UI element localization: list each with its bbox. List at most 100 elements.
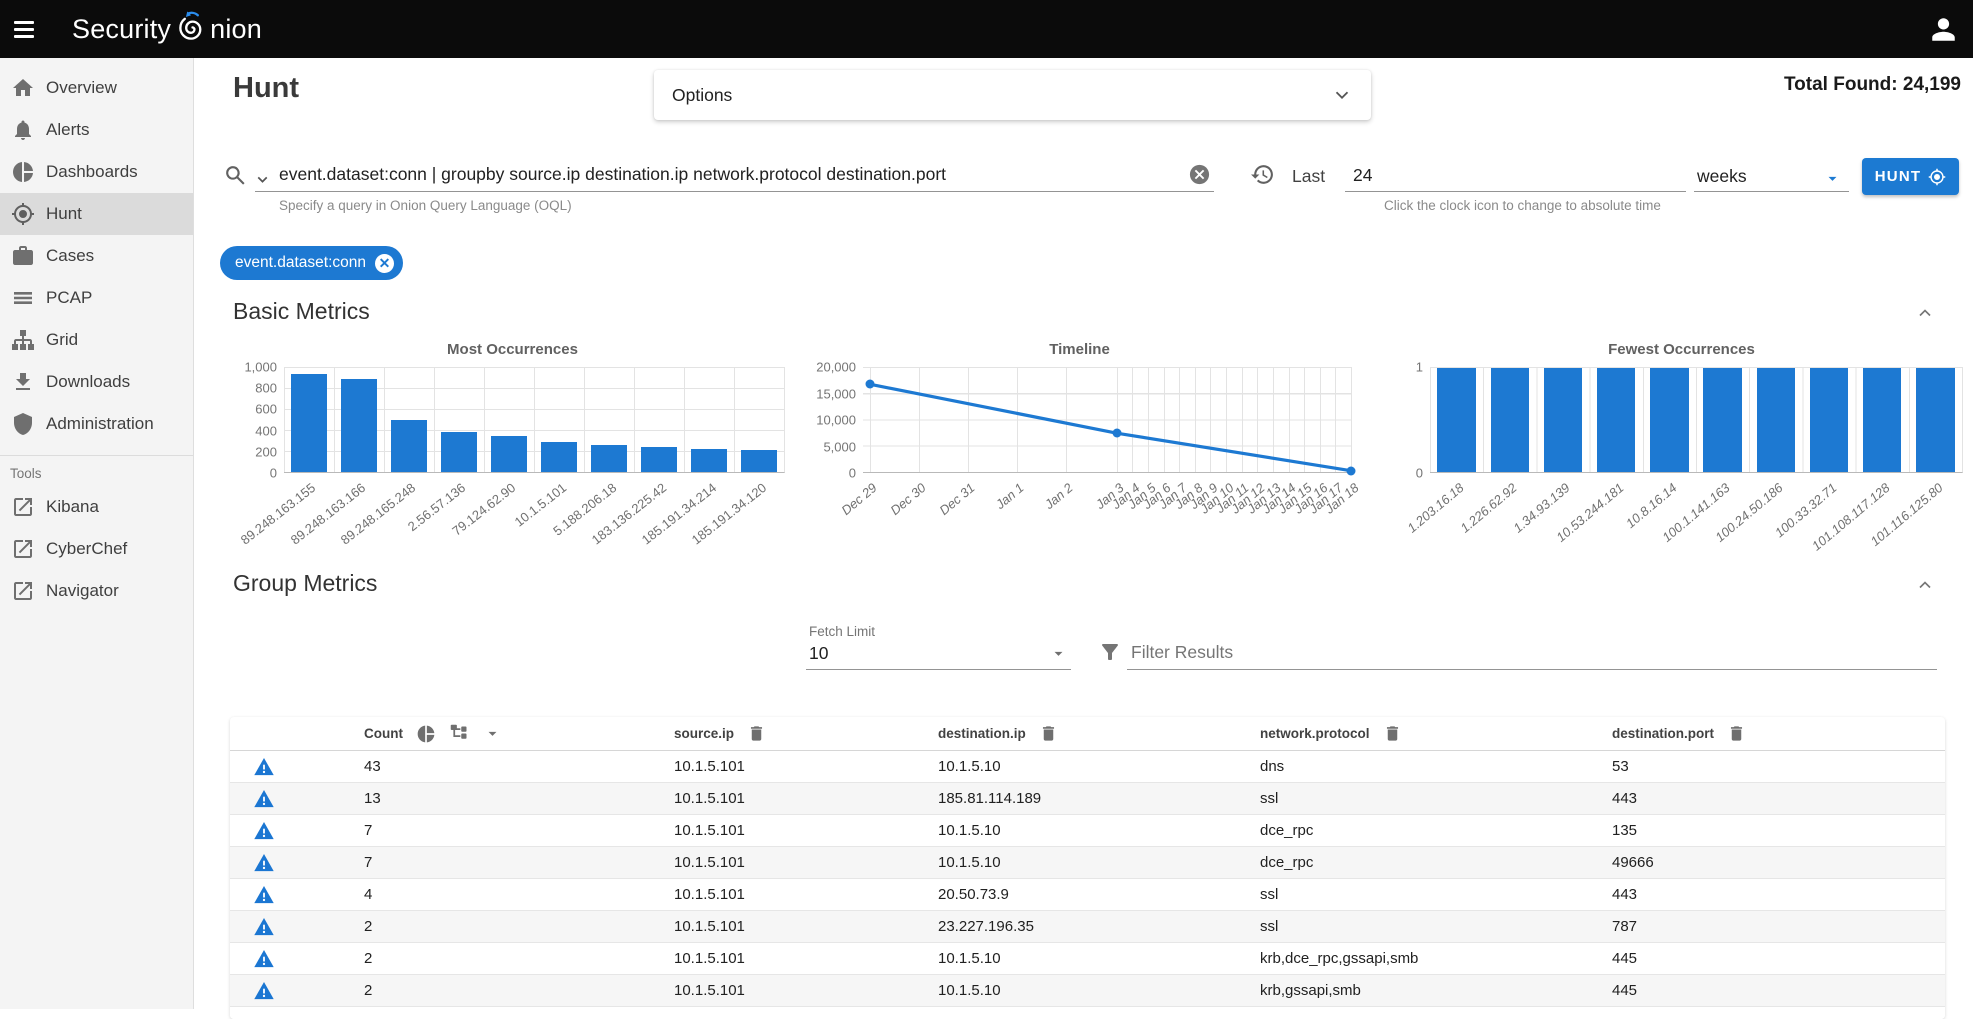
sidebar-item-kibana[interactable]: Kibana (0, 486, 193, 528)
user-account-icon[interactable] (1930, 16, 1957, 43)
trash-icon[interactable] (747, 724, 766, 743)
bar[interactable] (341, 379, 377, 472)
pie-chart-toggle-icon[interactable] (416, 724, 436, 744)
cell-count: 13 (364, 790, 674, 807)
bar[interactable] (441, 432, 477, 472)
bar-slot (1802, 368, 1855, 472)
bar[interactable] (641, 447, 677, 472)
table-row[interactable]: 1310.1.5.101185.81.114.189ssl443 (230, 782, 1945, 814)
warning-triangle-icon[interactable] (230, 884, 364, 906)
security-onion-hunt-page: { "colors":{"accent":"#1d79d2","topbar":… (0, 0, 1973, 1009)
time-value-input[interactable] (1353, 165, 1673, 186)
bar-slot (434, 367, 484, 472)
bar[interactable] (1437, 368, 1475, 472)
bar[interactable] (1810, 368, 1848, 472)
sidebar-item-navigator[interactable]: Navigator (0, 570, 193, 612)
fetch-limit-select[interactable]: 10 (809, 643, 828, 664)
sidebar-item-alerts[interactable]: Alerts (0, 109, 193, 151)
history-clock-icon[interactable] (1250, 162, 1275, 187)
collapse-group-metrics-icon[interactable] (1915, 575, 1935, 595)
bar[interactable] (1703, 368, 1741, 472)
sidebar-item-administration[interactable]: Administration (0, 403, 193, 445)
x-axis-label: Dec 29 (839, 480, 880, 518)
column-header-destination-ip[interactable]: destination.ip (938, 724, 1260, 743)
cell-source-ip: 10.1.5.101 (674, 758, 938, 775)
data-point[interactable] (1112, 429, 1121, 438)
table-row[interactable]: 410.1.5.10120.50.73.9ssl443 (230, 878, 1945, 910)
bar[interactable] (541, 442, 577, 472)
collapse-basic-metrics-icon[interactable] (1915, 303, 1935, 323)
brand-suffix: nion (210, 14, 262, 45)
x-axis-label: Dec 30 (888, 480, 929, 518)
warning-triangle-icon[interactable] (230, 948, 364, 970)
sidebar-item-grid[interactable]: Grid (0, 319, 193, 361)
sidebar-item-dashboards[interactable]: Dashboards (0, 151, 193, 193)
sidebar-item-cases[interactable]: Cases (0, 235, 193, 277)
sidebar-item-pcap[interactable]: PCAP (0, 277, 193, 319)
column-header-destination-port[interactable]: destination.port (1612, 724, 1945, 743)
time-unit-select[interactable]: weeks (1697, 166, 1747, 187)
warning-triangle-icon[interactable] (230, 756, 364, 778)
filter-chip[interactable]: event.dataset:conn ✕ (220, 246, 403, 280)
y-axis-tick-label: 5,000 (823, 439, 856, 454)
bar[interactable] (491, 436, 527, 472)
warning-triangle-icon[interactable] (230, 788, 364, 810)
sidebar-item-downloads[interactable]: Downloads (0, 361, 193, 403)
bar-slot (584, 367, 634, 472)
query-expand-icon[interactable] (254, 171, 271, 188)
column-header-network-protocol[interactable]: network.protocol (1260, 724, 1612, 743)
y-axis-tick-label: 0 (270, 466, 277, 481)
column-header-source-ip[interactable]: source.ip (674, 724, 938, 743)
warning-triangle-icon[interactable] (230, 820, 364, 842)
query-input[interactable] (279, 164, 1174, 185)
table-row[interactable]: 210.1.5.10110.1.5.10krb,dce_rpc,gssapi,s… (230, 942, 1945, 974)
table-row[interactable]: 210.1.5.10123.227.196.35ssl787 (230, 910, 1945, 942)
cell-source-ip: 10.1.5.101 (674, 982, 938, 999)
warning-triangle-icon[interactable] (230, 852, 364, 874)
y-axis-tick-label: 0 (849, 466, 856, 481)
bar[interactable] (691, 449, 727, 472)
bar[interactable] (1916, 368, 1954, 472)
bar[interactable] (1650, 368, 1688, 472)
caret-down-icon[interactable] (483, 724, 502, 743)
filter-results-input[interactable] (1131, 642, 1921, 663)
hunt-button[interactable]: HUNT (1862, 158, 1959, 195)
bar[interactable] (741, 450, 777, 472)
cell-destination-port: 49666 (1612, 854, 1945, 871)
fetch-limit-caret-icon[interactable] (1049, 644, 1068, 663)
bar[interactable] (1597, 368, 1635, 472)
column-header-count[interactable]: Count (364, 723, 674, 744)
time-unit-caret-icon[interactable] (1823, 169, 1842, 188)
trash-icon[interactable] (1727, 724, 1746, 743)
chart-title: Fewest Occurrences (1400, 341, 1963, 358)
warning-triangle-icon[interactable] (230, 916, 364, 938)
table-row[interactable]: 710.1.5.10110.1.5.10dce_rpc49666 (230, 846, 1945, 878)
options-dropdown[interactable]: Options (654, 70, 1371, 120)
trash-icon[interactable] (1383, 724, 1402, 743)
bar[interactable] (1757, 368, 1795, 472)
remove-filter-icon[interactable]: ✕ (375, 254, 394, 273)
clear-query-icon[interactable] (1188, 163, 1211, 186)
sidebar-item-cyberchef[interactable]: CyberChef (0, 528, 193, 570)
sidebar-item-hunt[interactable]: Hunt (0, 193, 193, 235)
bar[interactable] (391, 420, 427, 473)
trash-icon[interactable] (1039, 724, 1058, 743)
table-row[interactable]: 4310.1.5.10110.1.5.10dns53 (230, 751, 1945, 782)
bar[interactable] (1544, 368, 1582, 472)
bar[interactable] (291, 374, 327, 472)
table-row[interactable]: 210.1.5.10110.1.5.10krb,gssapi,smb445 (230, 974, 1945, 1006)
search-icon (223, 163, 248, 188)
sidebar-item-overview[interactable]: Overview (0, 67, 193, 109)
bar-slot (1643, 368, 1696, 472)
group-metrics-table: Count source.ip destination.ip (230, 717, 1945, 1019)
bar[interactable] (1491, 368, 1529, 472)
bar[interactable] (1863, 368, 1901, 472)
time-range-label: Last (1292, 166, 1325, 187)
warning-triangle-icon[interactable] (230, 980, 364, 1002)
hamburger-menu-icon[interactable] (14, 17, 38, 42)
data-point[interactable] (866, 380, 875, 389)
graph-view-icon[interactable] (449, 723, 470, 744)
bar[interactable] (591, 445, 627, 472)
cell-network-protocol: krb,gssapi,smb (1260, 982, 1612, 999)
table-row[interactable]: 710.1.5.10110.1.5.10dce_rpc135 (230, 814, 1945, 846)
